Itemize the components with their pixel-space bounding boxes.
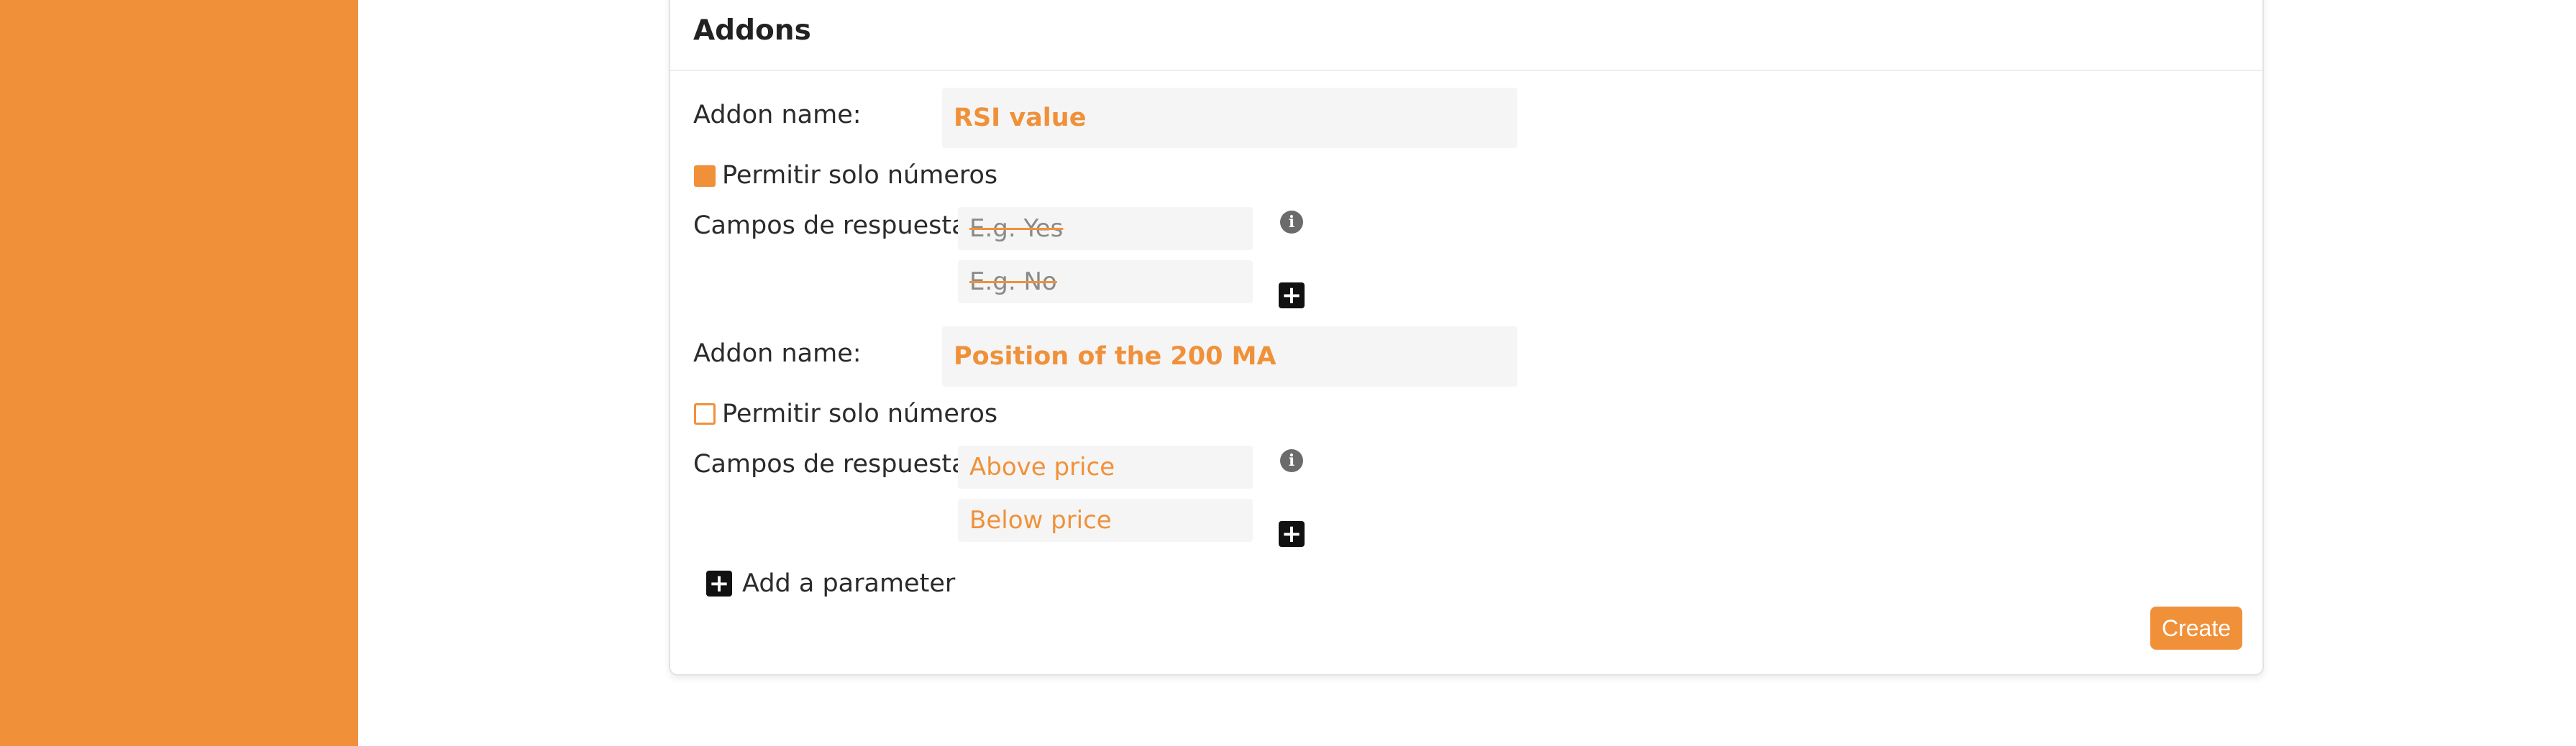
add-parameter-plus-icon[interactable]: +	[706, 571, 732, 597]
answer-input[interactable]: E.g. No	[958, 260, 1253, 303]
create-button[interactable]: Create	[2150, 607, 2242, 650]
add-answer-plus-icon[interactable]: +	[1279, 282, 1305, 308]
numbers-only-label: Permitir solo números	[722, 400, 998, 428]
answer-input[interactable]: Below price	[958, 499, 1253, 542]
answers-label: Campos de respuesta:	[693, 211, 976, 240]
numbers-only-checkbox[interactable]	[694, 403, 716, 425]
answer-input[interactable]: Above price	[958, 446, 1253, 489]
card-divider	[670, 70, 2262, 71]
card-title: Addons	[693, 14, 811, 47]
addon-name-label: Addon name:	[693, 339, 862, 368]
info-icon[interactable]: i	[1280, 211, 1303, 234]
addon-name-input[interactable]: Position of the 200 MA	[942, 326, 1517, 387]
numbers-only-checkbox[interactable]	[694, 165, 716, 187]
add-answer-plus-icon[interactable]: +	[1279, 521, 1305, 547]
addon-name-input[interactable]: RSI value	[942, 88, 1517, 148]
info-icon[interactable]: i	[1280, 449, 1303, 472]
add-parameter-link[interactable]: Add a parameter	[742, 569, 955, 598]
addon-name-label: Addon name:	[693, 101, 862, 129]
numbers-only-label: Permitir solo números	[722, 161, 998, 190]
answers-label: Campos de respuesta:	[693, 450, 976, 479]
addons-card: Addons Addon name: RSI value Permitir so…	[669, 0, 2264, 676]
sidebar	[0, 0, 358, 746]
answer-input[interactable]: E.g. Yes	[958, 207, 1253, 250]
